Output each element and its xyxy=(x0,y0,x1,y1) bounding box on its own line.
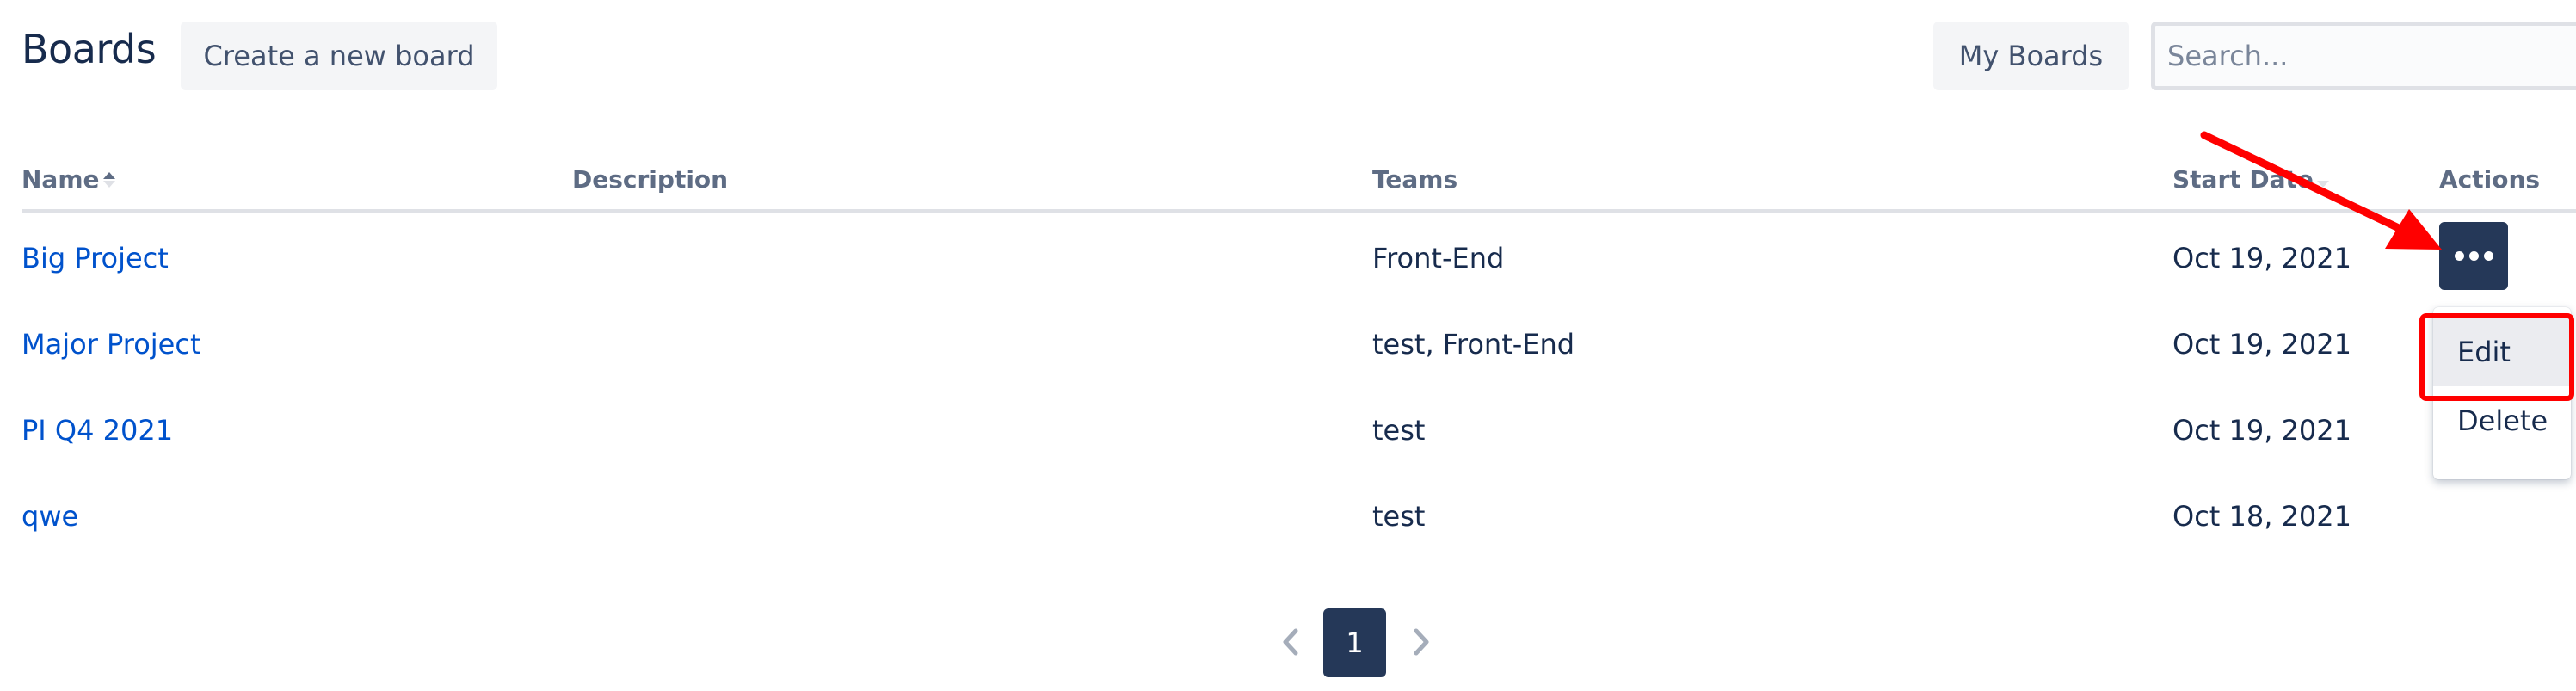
board-start-date: Oct 19, 2021 xyxy=(2172,242,2351,275)
board-start-date: Oct 18, 2021 xyxy=(2172,500,2351,533)
chevron-right-icon xyxy=(1414,628,1429,656)
column-header-description: Description xyxy=(572,165,728,194)
board-teams: Front-End xyxy=(1372,242,1505,275)
table-row: Major Project test, Front-End Oct 19, 20… xyxy=(0,301,2576,387)
column-header-label: Teams xyxy=(1372,165,1458,194)
chevron-left-icon xyxy=(1283,628,1298,656)
column-header-label: Start Date xyxy=(2172,165,2314,194)
sort-icon xyxy=(2316,172,2329,188)
board-name-link[interactable]: Big Project xyxy=(22,242,169,275)
page-button-current[interactable]: 1 xyxy=(1323,608,1386,677)
table-row: qwe test Oct 18, 2021 xyxy=(0,473,2576,559)
table-header-divider xyxy=(22,209,2576,213)
more-horizontal-icon xyxy=(2454,251,2493,261)
column-header-teams: Teams xyxy=(1372,165,1457,194)
table-row: PI Q4 2021 test Oct 19, 2021 xyxy=(0,387,2576,473)
row-actions-button[interactable] xyxy=(2439,222,2508,290)
sort-ascending-icon xyxy=(102,171,115,188)
column-header-label: Name xyxy=(22,165,100,194)
column-header-label: Actions xyxy=(2439,165,2541,194)
board-name-link[interactable]: qwe xyxy=(22,500,78,533)
search-box[interactable] xyxy=(2151,22,2576,90)
column-header-actions: Actions xyxy=(2439,165,2540,194)
search-input[interactable] xyxy=(2167,40,2576,72)
menu-item-edit[interactable]: Edit xyxy=(2433,318,2571,386)
next-page-button[interactable] xyxy=(1404,624,1439,660)
board-name-link[interactable]: PI Q4 2021 xyxy=(22,414,173,447)
menu-item-delete[interactable]: Delete xyxy=(2433,386,2571,455)
table-row: Big Project Front-End Oct 19, 2021 xyxy=(0,215,2576,301)
previous-page-button[interactable] xyxy=(1273,624,1308,660)
page-title: Boards xyxy=(22,26,157,72)
board-name-link[interactable]: Major Project xyxy=(22,328,201,361)
boards-page: Boards Create a new board My Boards Name… xyxy=(0,0,2576,691)
my-boards-button[interactable]: My Boards xyxy=(1933,22,2129,90)
column-header-name[interactable]: Name xyxy=(22,165,115,194)
board-teams: test xyxy=(1372,500,1426,533)
column-header-label: Description xyxy=(572,165,729,194)
actions-dropdown-menu: Edit Delete xyxy=(2433,307,2571,479)
column-header-start-date[interactable]: Start Date xyxy=(2172,165,2329,194)
board-start-date: Oct 19, 2021 xyxy=(2172,414,2351,447)
board-teams: test xyxy=(1372,414,1426,447)
create-board-button[interactable]: Create a new board xyxy=(181,22,497,90)
board-start-date: Oct 19, 2021 xyxy=(2172,328,2351,361)
board-teams: test, Front-End xyxy=(1372,328,1575,361)
